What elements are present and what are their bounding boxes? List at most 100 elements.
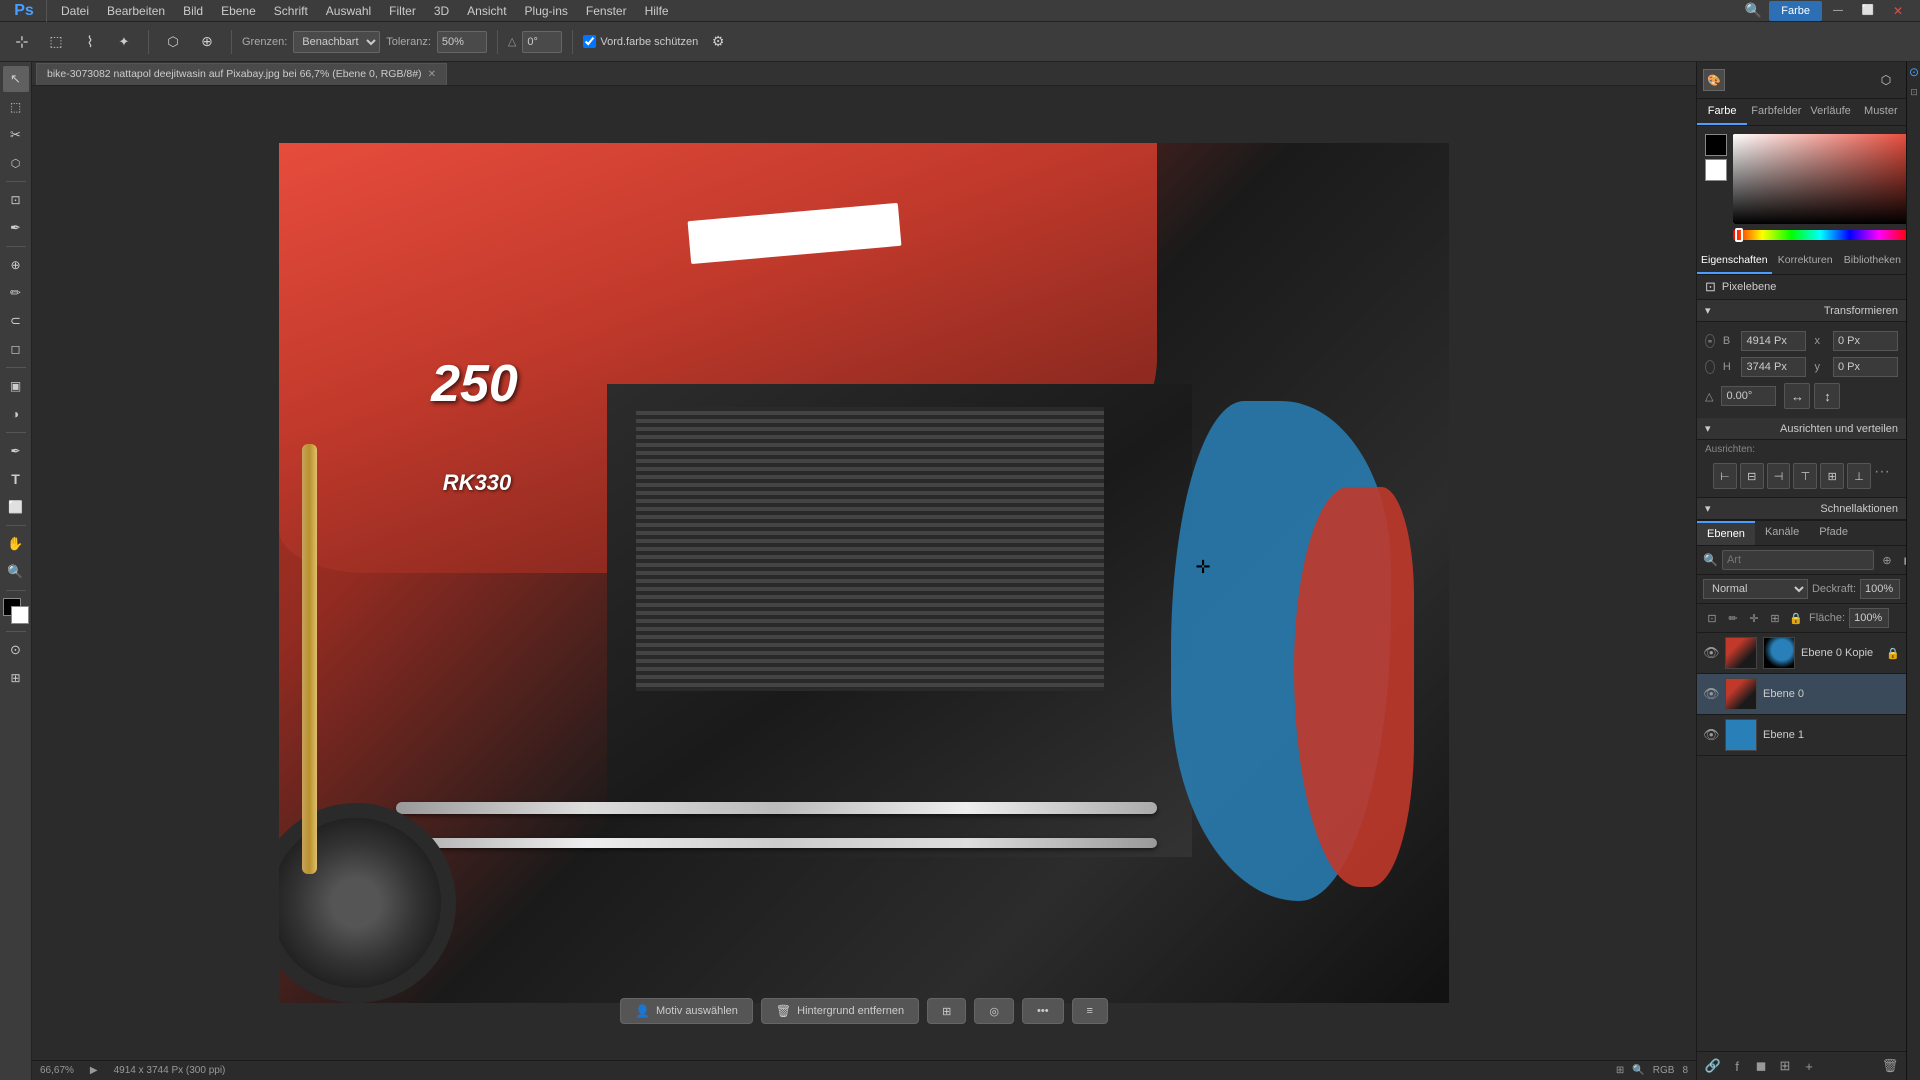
hand-tool[interactable]: ✋ xyxy=(3,531,29,557)
x-input[interactable] xyxy=(1833,331,1898,351)
width-input[interactable] xyxy=(1741,331,1806,351)
crop-tool[interactable]: ⊡ xyxy=(3,187,29,213)
search-layers-icon[interactable]: 🔍 xyxy=(1703,553,1718,567)
new-layer-btn[interactable]: + xyxy=(1799,1056,1819,1076)
menu-auswahl[interactable]: Auswahl xyxy=(318,2,379,20)
tab-kanale[interactable]: Kanäle xyxy=(1755,521,1809,545)
lock-artboard-icon[interactable]: ⊞ xyxy=(1766,609,1784,627)
hintergrund-entfernen-button[interactable]: 🗑 Hintergrund entfernen xyxy=(761,998,919,1024)
height-input[interactable] xyxy=(1741,357,1806,377)
add-effect-btn[interactable]: f xyxy=(1727,1056,1747,1076)
link-layers-btn[interactable]: 🔗 xyxy=(1703,1056,1723,1076)
align-left-button[interactable]: ⊢ xyxy=(1713,463,1737,489)
shape-tool[interactable]: ⬜ xyxy=(3,494,29,520)
tab-pfade[interactable]: Pfade xyxy=(1809,521,1858,545)
menu-bild[interactable]: Bild xyxy=(175,2,211,20)
share-button[interactable]: Farbe xyxy=(1769,1,1822,21)
align-center-v-button[interactable]: ⊞ xyxy=(1820,463,1844,489)
clone-tool[interactable]: ⊂ xyxy=(3,308,29,334)
healing-tool[interactable]: ⊕ xyxy=(3,252,29,278)
brush-tool[interactable]: ✏ xyxy=(3,280,29,306)
zoom-tool[interactable]: 🔍 xyxy=(3,559,29,585)
align-bottom-button[interactable]: ⊥ xyxy=(1847,463,1871,489)
lock-transparency-icon[interactable]: ⊡ xyxy=(1703,609,1721,627)
close-icon[interactable]: ✕ xyxy=(1884,0,1912,25)
layer-eye-icon-1[interactable]: 👁 xyxy=(1703,686,1719,702)
fill-input[interactable] xyxy=(1849,608,1889,628)
maximize-icon[interactable]: ⬜ xyxy=(1854,0,1882,25)
magic-wand-icon[interactable]: ✦ xyxy=(110,28,138,56)
menu-hilfe[interactable]: Hilfe xyxy=(637,2,677,20)
tab-verlaufe[interactable]: Verläufe xyxy=(1805,99,1855,125)
layer-eye-icon-2[interactable]: 👁 xyxy=(1703,727,1719,743)
marquee-tool[interactable]: ⬚ xyxy=(3,94,29,120)
y-input[interactable] xyxy=(1833,357,1898,377)
flip-vertical-button[interactable]: ↕ xyxy=(1814,383,1840,409)
tab-korrekturen[interactable]: Korrekturen xyxy=(1772,248,1839,274)
color-spectrum[interactable] xyxy=(1733,134,1906,224)
align-right-button[interactable]: ⊣ xyxy=(1767,463,1791,489)
menu-datei[interactable]: Datei xyxy=(53,2,97,20)
eyedropper-tool[interactable]: ✒ xyxy=(3,215,29,241)
angle-input[interactable] xyxy=(522,31,562,53)
chain-link-icon[interactable]: ⚭ xyxy=(1705,334,1715,348)
quick-mask-tool[interactable]: ⊙ xyxy=(3,637,29,663)
far-right-icon-2[interactable]: ⊡ xyxy=(1907,85,1920,99)
menu-3d[interactable]: 3D xyxy=(426,2,457,20)
vordfarbe-checkbox[interactable] xyxy=(583,35,596,48)
ausrichten-header[interactable]: ▾ Ausrichten und verteilen xyxy=(1697,418,1906,440)
tab-muster[interactable]: Muster xyxy=(1856,99,1906,125)
panel-expand-icon[interactable]: ⬡ xyxy=(1872,66,1900,94)
pen-tool[interactable]: ✒ xyxy=(3,438,29,464)
settings-toolbar-button[interactable]: ≡ xyxy=(1072,998,1108,1024)
settings-icon[interactable]: ⚙ xyxy=(704,28,732,56)
blend-mode-select[interactable]: Normal xyxy=(1703,579,1808,599)
menu-schrift[interactable]: Schrift xyxy=(266,2,316,20)
hue-slider[interactable] xyxy=(1733,230,1906,240)
schnell-header[interactable]: ▾ Schnellaktionen xyxy=(1697,498,1906,520)
tab-farbfelder[interactable]: Farbfelder xyxy=(1747,99,1805,125)
search-icon[interactable]: 🔍 xyxy=(1739,0,1767,25)
flip-horizontal-button[interactable]: ↔ xyxy=(1784,383,1810,409)
tab-ebenen[interactable]: Ebenen xyxy=(1697,521,1755,545)
delete-layer-btn[interactable]: 🗑 xyxy=(1880,1056,1900,1076)
transform-button[interactable]: ⊞ xyxy=(927,998,966,1024)
magic-wand-tool[interactable]: ⬡ xyxy=(3,150,29,176)
foreground-color[interactable] xyxy=(3,598,29,624)
document-tab[interactable]: bike-3073082 nattapol deejitwasin auf Pi… xyxy=(36,63,447,85)
layers-search-input[interactable] xyxy=(1722,550,1874,570)
grenzen-select[interactable]: Benachbart xyxy=(293,31,380,53)
zoom-icon[interactable]: 🔍 xyxy=(1632,1065,1644,1076)
minimize-icon[interactable]: — xyxy=(1824,0,1852,25)
align-top-button[interactable]: ⊤ xyxy=(1793,463,1817,489)
refine-button[interactable]: ◎ xyxy=(974,998,1014,1024)
foreground-swatch[interactable] xyxy=(1705,134,1727,156)
grid-icon[interactable]: ⊞ xyxy=(1616,1065,1624,1076)
tab-close-icon[interactable]: ✕ xyxy=(428,69,436,80)
menu-ansicht[interactable]: Ansicht xyxy=(459,2,514,20)
new-layer-icon[interactable]: ⊕ xyxy=(1878,551,1896,569)
angle-field[interactable] xyxy=(1721,386,1776,406)
background-swatch[interactable] xyxy=(1705,159,1727,181)
more-button[interactable]: ••• xyxy=(1022,998,1064,1024)
color-icon[interactable]: 🎨 xyxy=(1703,69,1725,91)
lock-position-icon[interactable]: ✛ xyxy=(1745,609,1763,627)
lasso-tool[interactable]: ✂ xyxy=(3,122,29,148)
far-right-icon-1[interactable]: ⊙ xyxy=(1907,65,1920,79)
new-group-btn[interactable]: ⊞ xyxy=(1775,1056,1795,1076)
gradient-tool[interactable]: ▣ xyxy=(3,373,29,399)
subject-select-icon[interactable]: ⬡ xyxy=(159,28,187,56)
menu-ebene[interactable]: Ebene xyxy=(213,2,264,20)
tab-eigenschaften[interactable]: Eigenschaften xyxy=(1697,248,1772,274)
layer-eye-icon-0[interactable]: 👁 xyxy=(1703,645,1719,661)
menu-fenster[interactable]: Fenster xyxy=(578,2,635,20)
add-mask-btn[interactable]: ◼ xyxy=(1751,1056,1771,1076)
align-center-h-button[interactable]: ⊟ xyxy=(1740,463,1764,489)
vordfarbe-label[interactable]: Vord.farbe schützen xyxy=(583,35,698,48)
tab-bibliotheken[interactable]: Bibliotheken xyxy=(1839,248,1906,274)
menu-plugins[interactable]: Plug-ins xyxy=(517,2,576,20)
opacity-input[interactable] xyxy=(1860,579,1900,599)
quick-select-icon[interactable]: ⊕ xyxy=(193,28,221,56)
motiv-auswahlen-button[interactable]: 👤 Motiv auswählen xyxy=(620,998,753,1024)
screen-mode-tool[interactable]: ⊞ xyxy=(3,665,29,691)
